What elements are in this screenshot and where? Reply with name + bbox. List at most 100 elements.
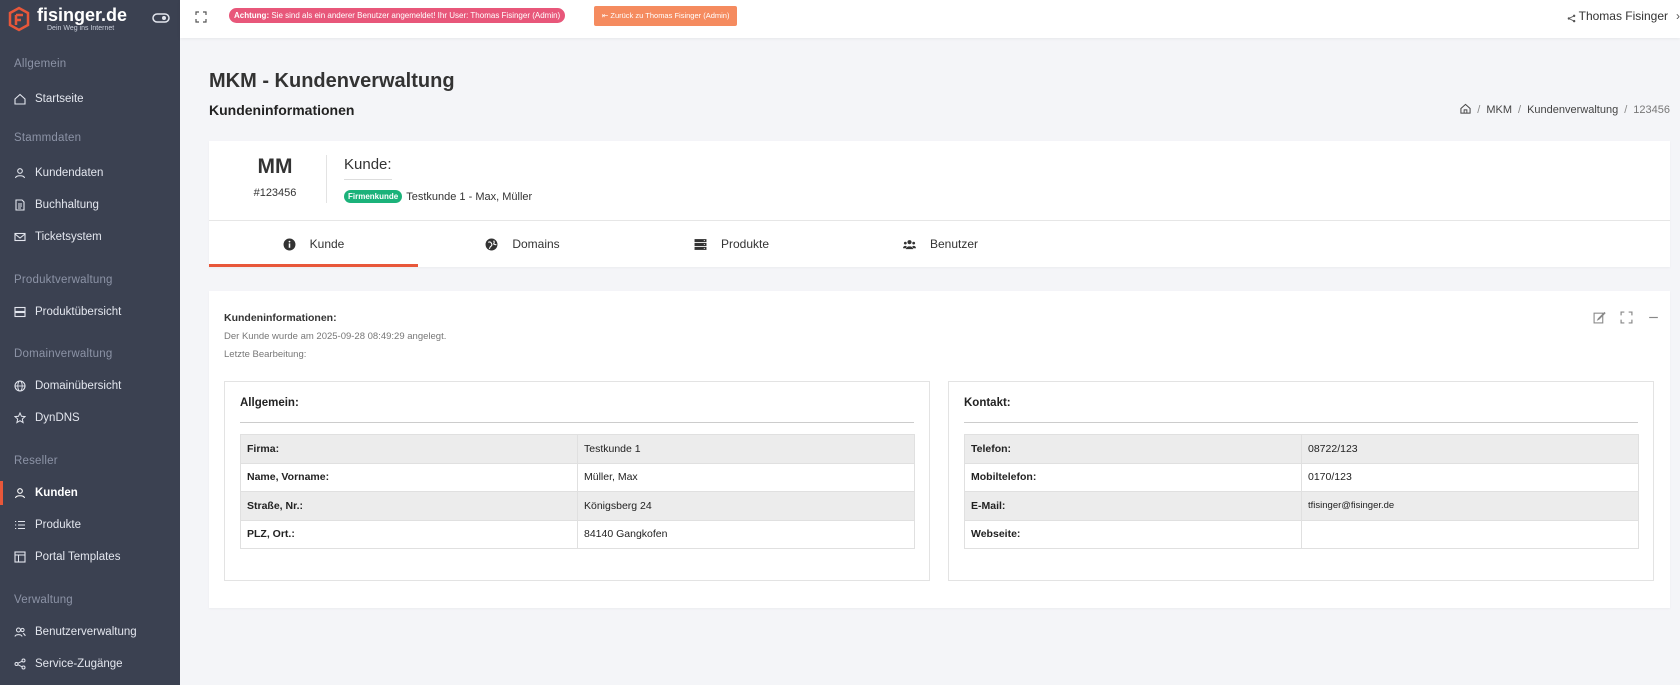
breadcrumb-separator: / [1624,104,1628,116]
logout-icon: ⇤ [602,11,609,20]
page-subtitle: Kundeninformationen [209,102,355,118]
table-value: 84140 Gangkofen [577,519,915,549]
nav-section-reseller: Reseller [0,455,58,467]
mail-icon [14,231,26,243]
sidebar-item-label: Startseite [35,93,84,105]
sidebar-item-label: Portal Templates [35,551,121,563]
home-icon[interactable] [1460,103,1471,117]
tab-label: Benutzer [929,237,979,251]
breadcrumb: / MKM / Kundenverwaltung / 123456 [1460,103,1670,117]
table-value: Müller, Max [577,462,915,492]
list-icon [14,519,26,531]
nav-section-title: Verwaltung [14,594,73,606]
sidebar-item-label: Produkte [35,519,82,531]
contact-panel-title: Kontakt: [964,397,1011,409]
sidebar-toggle-icon[interactable] [152,11,170,25]
breadcrumb-separator: / [1518,104,1522,116]
logo-name: fisinger.de [37,5,128,25]
tab-label: Domains [512,237,560,251]
sidebar-item-buchhaltung[interactable]: Buchhaltung [0,189,180,221]
customer-info-card: Kundeninformationen: Der Kunde wurde am … [209,291,1670,608]
tab-produkte[interactable]: Produkte [627,221,836,267]
breadcrumb-separator: / [1477,104,1481,116]
star-icon [14,412,26,424]
user-menu[interactable]: Thomas Fisinger › [1567,9,1680,23]
tab-benutzer[interactable]: Benutzer [836,221,1045,267]
sidebar-item-kunden[interactable]: Kunden [0,477,180,509]
share-icon [14,658,26,670]
table-row: Firma: Testkunde 1 [240,434,915,464]
sidebar-item-startseite[interactable]: Startseite [0,83,180,115]
page-title: MKM - Kundenverwaltung [209,70,455,92]
tab-kunde[interactable]: Kunde [209,221,418,267]
breadcrumb-item-mkm[interactable]: MKM [1486,104,1512,116]
table-key: Mobiltelefon: [964,462,1302,492]
nav-section-allgemein: Allgemein [0,58,180,70]
email-link[interactable]: tfisinger@fisinger.de [1301,491,1639,521]
back-to-admin-button[interactable]: ⇤ Zurück zu Thomas Fisinger (Admin) [594,6,738,26]
nav-section-verwaltung: Verwaltung [0,594,73,606]
globe-icon [485,238,498,251]
user-icon [14,167,26,179]
customer-label: Kunde: [344,156,392,180]
globe-icon [14,380,26,392]
back-button-label: Zurück zu Thomas Fisinger (Admin) [610,11,730,20]
edit-icon[interactable] [1593,311,1606,324]
table-value: Königsberg 24 [577,491,915,521]
layout-icon [14,551,26,563]
table-key: Webseite: [964,519,1302,549]
fullscreen-icon[interactable] [195,11,207,23]
sidebar-item-service-zugaenge[interactable]: Service-Zugänge [0,648,180,680]
customer-header-card: MM #123456 Kunde: Firmenkunde Testkunde … [209,141,1670,267]
sidebar-item-domainuebersicht[interactable]: Domainübersicht [0,370,180,402]
sidebar-item-produkte[interactable]: Produkte [0,509,180,541]
server-icon [694,238,707,251]
minimize-icon[interactable] [1647,311,1660,324]
nav-section-title: Reseller [14,455,58,467]
sidebar-item-kundendaten[interactable]: Kundendaten [0,157,180,189]
sidebar-item-dyndns[interactable]: DynDNS [0,402,180,434]
general-table: Firma: Testkunde 1 Name, Vorname: Müller… [240,434,915,549]
tab-domains[interactable]: Domains [418,221,627,267]
table-key: Firma: [240,434,578,464]
user-icon [14,487,26,499]
table-key: Straße, Nr.: [240,491,578,521]
breadcrumb-item-kundenverwaltung[interactable]: Kundenverwaltung [1527,104,1618,116]
table-row: Straße, Nr.: Königsberg 24 [240,491,915,521]
general-panel: Allgemein: Firma: Testkunde 1 Name, Vorn… [224,381,930,581]
table-key: PLZ, Ort.: [240,519,578,549]
avatar-initials: MM [257,155,293,178]
info-card-title: Kundeninformationen: [224,312,337,324]
sidebar-item-benutzerverwaltung[interactable]: Benutzerverwaltung [0,616,180,648]
warning-strong: Achtung: [234,11,270,20]
table-key: Telefon: [964,434,1302,464]
fullscreen-icon[interactable] [1620,311,1633,324]
nav-section-title: Produktverwaltung [14,274,113,286]
sidebar-item-label: Buchhaltung [35,199,99,211]
document-icon [14,199,26,211]
nav-section-title: Allgemein [14,58,67,70]
server-icon [14,306,26,318]
sidebar-item-produktuebersicht[interactable]: Produktübersicht [0,296,180,328]
customer-type-badge: Firmenkunde [344,190,403,203]
table-row: Mobiltelefon: 0170/123 [964,462,1639,492]
tab-label: Produkte [720,237,770,251]
users-icon [14,626,26,638]
customer-info: Firmenkunde Testkunde 1 - Max, Müller [344,190,532,203]
info-icon [283,238,296,251]
table-value: 0170/123 [1301,462,1639,492]
sidebar-item-label: Ticketsystem [35,231,102,243]
sidebar-item-portal-templates[interactable]: Portal Templates [0,541,180,573]
table-row: PLZ, Ort.: 84140 Gangkofen [240,519,915,549]
sidebar-item-ticketsystem[interactable]: Ticketsystem [0,221,180,253]
table-row: Telefon: 08722/123 [964,434,1639,464]
table-key: E-Mail: [964,491,1302,521]
customer-tabs: Kunde Domains Produkte Benutzer [209,220,1670,267]
sidebar-item-label: Service-Zugänge [35,658,123,670]
table-row: E-Mail: tfisinger@fisinger.de [964,491,1639,521]
chevron-right-icon: › [1676,9,1680,23]
sidebar: fisinger.de Dein Weg ins Internet Allgem… [0,0,180,685]
nav-section-title: Domainverwaltung [14,348,113,360]
divider [240,422,914,423]
table-row: Webseite: [964,519,1639,549]
